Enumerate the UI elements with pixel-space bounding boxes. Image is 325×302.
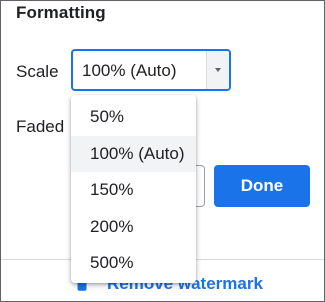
scale-select-value: 100% (Auto) [82,61,177,80]
formatting-panel: Formatting Scale 100% (Auto) Faded Done … [0,0,325,302]
scale-option-100-auto[interactable]: 100% (Auto) [71,135,196,172]
scale-option-500[interactable]: 500% [71,245,196,282]
scale-option-200[interactable]: 200% [71,209,196,246]
scale-option-50[interactable]: 50% [71,99,196,136]
formatting-heading: Formatting [16,3,106,22]
scale-dropdown-menu: 50% 100% (Auto) 150% 200% 500% [71,95,196,283]
done-button[interactable]: Done [214,165,310,207]
caret-down-icon [215,68,221,72]
scale-select-toggle[interactable] [206,51,229,89]
scale-option-150[interactable]: 150% [71,172,196,209]
faded-label: Faded [16,117,65,136]
scale-select[interactable]: 100% (Auto) [71,49,231,91]
scale-label: Scale [16,62,59,81]
